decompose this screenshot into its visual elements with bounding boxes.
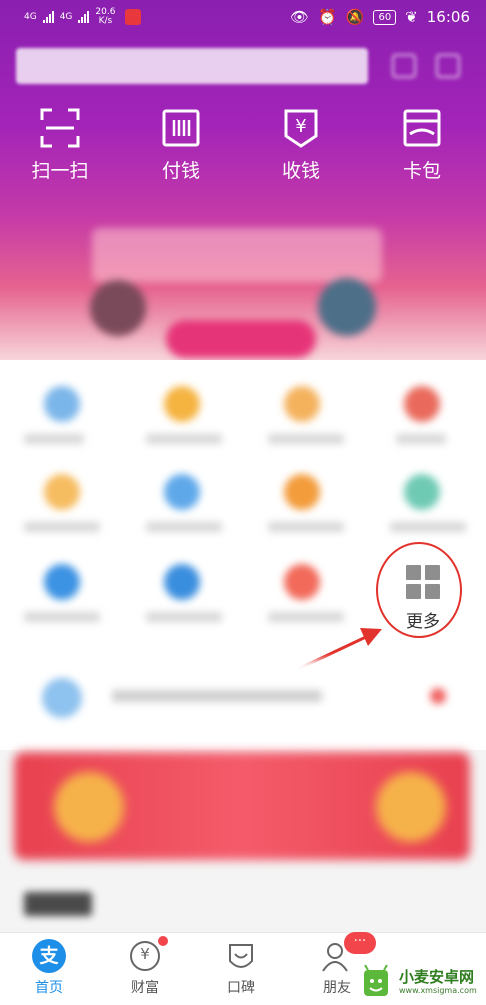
notice-row[interactable] — [0, 660, 486, 736]
app-icon[interactable] — [284, 564, 320, 600]
eye-icon: 👁 — [290, 8, 310, 26]
tab-label: 口碑 — [227, 980, 255, 996]
app-label-placeholder — [24, 522, 100, 532]
app-icon[interactable] — [44, 386, 80, 422]
watermark-logo-icon — [364, 963, 388, 996]
quick-action-label: 卡包 — [402, 160, 441, 182]
app-icon[interactable] — [164, 386, 200, 422]
app-label-placeholder — [268, 612, 344, 622]
friends-message-badge: ··· — [344, 932, 376, 954]
network-speed: 20.6 K/s — [95, 8, 115, 26]
app-icon[interactable] — [44, 564, 80, 600]
app-label-placeholder — [146, 612, 222, 622]
app-icon[interactable] — [44, 474, 80, 510]
quick-actions: 扫一扫 付钱 ¥ 收钱 卡包 — [0, 108, 486, 183]
banner-image-left — [90, 280, 146, 336]
battery-icon: 60 — [373, 9, 397, 25]
watermark: 小麦安卓网 www.xmsigma.com — [358, 958, 486, 1005]
app-icon[interactable] — [164, 564, 200, 600]
home-icon: 支 — [32, 939, 66, 973]
app-label-placeholder — [390, 522, 466, 532]
wealth-glyph: ¥ — [140, 945, 150, 963]
banner-coin-left — [54, 772, 124, 842]
app-icon[interactable] — [404, 386, 440, 422]
app-icon[interactable] — [284, 386, 320, 422]
leaf-icon: ❦ — [405, 8, 418, 26]
signal-bars-icon — [42, 11, 54, 23]
signal-label-1: 4G — [24, 12, 37, 22]
notification-app-icon — [125, 9, 142, 25]
tab-label: 首页 — [35, 980, 63, 996]
alarm-icon: ⏰ — [318, 8, 337, 26]
contacts-icon[interactable] — [392, 54, 416, 78]
koubei-icon — [224, 939, 258, 973]
tab-koubei[interactable]: 口碑 — [206, 939, 276, 997]
status-time: 16:06 — [426, 8, 470, 26]
banner-title-block — [92, 228, 382, 282]
search-input[interactable] — [16, 48, 368, 84]
app-label-placeholder — [24, 434, 84, 444]
pay-code-icon — [162, 109, 200, 147]
watermark-title: 小麦安卓网 — [399, 967, 475, 986]
quick-action-card-wallet[interactable]: 卡包 — [372, 108, 472, 183]
app-label-placeholder — [24, 612, 100, 622]
banner-image-right — [318, 278, 376, 336]
watermark-text: 小麦安卓网 www.xmsigma.com — [399, 968, 477, 996]
app-label-placeholder — [146, 434, 222, 444]
status-left: 4G 4G 20.6 K/s — [24, 8, 142, 26]
app-label-placeholder — [268, 434, 344, 444]
receive-money-icon: ¥ — [284, 109, 318, 148]
app-icon[interactable] — [164, 474, 200, 510]
wealth-icon: ¥ — [128, 936, 168, 973]
scan-icon — [40, 108, 80, 148]
app-label-placeholder — [146, 522, 222, 532]
wealth-red-dot — [158, 936, 168, 946]
home-glyph: 支 — [32, 939, 66, 973]
signal-bars-icon-2 — [78, 11, 90, 23]
promo-banner[interactable] — [0, 190, 486, 360]
quick-action-label: 扫一扫 — [31, 160, 89, 182]
quick-action-pay[interactable]: 付钱 — [131, 108, 231, 183]
network-speed-unit: K/s — [98, 16, 113, 26]
top-right-actions — [392, 54, 460, 78]
signal-label-2: 4G — [59, 12, 73, 22]
app-label-placeholder — [268, 522, 344, 532]
add-icon[interactable] — [436, 54, 460, 78]
section-heading-blurred — [24, 892, 92, 916]
app-label-placeholder — [396, 434, 446, 444]
watermark-url: www.xmsigma.com — [399, 985, 477, 995]
status-right: 👁 ⏰ 🔕 60 ❦ 16:06 — [290, 8, 470, 26]
annotation-circle — [376, 542, 462, 638]
promo-red-banner[interactable] — [14, 752, 470, 860]
app-icon[interactable] — [284, 474, 320, 510]
quick-action-label: 付钱 — [161, 160, 200, 182]
status-bar: 4G 4G 20.6 K/s 👁 ⏰ 🔕 60 ❦ 16:06 — [0, 0, 486, 34]
tab-wealth[interactable]: ¥ 财富 — [110, 936, 180, 997]
svg-text:¥: ¥ — [295, 116, 306, 137]
app-icon[interactable] — [404, 474, 440, 510]
tab-label: 财富 — [131, 980, 159, 996]
mute-icon: 🔕 — [345, 8, 365, 26]
quick-action-receive[interactable]: ¥ 收钱 — [251, 108, 351, 183]
banner-coin-right — [376, 772, 446, 842]
card-wallet-icon — [403, 109, 441, 147]
quick-action-label: 收钱 — [281, 160, 320, 182]
banner-button[interactable] — [166, 320, 316, 358]
quick-action-scan[interactable]: 扫一扫 — [10, 108, 110, 183]
tab-home[interactable]: 支 首页 — [14, 939, 84, 997]
